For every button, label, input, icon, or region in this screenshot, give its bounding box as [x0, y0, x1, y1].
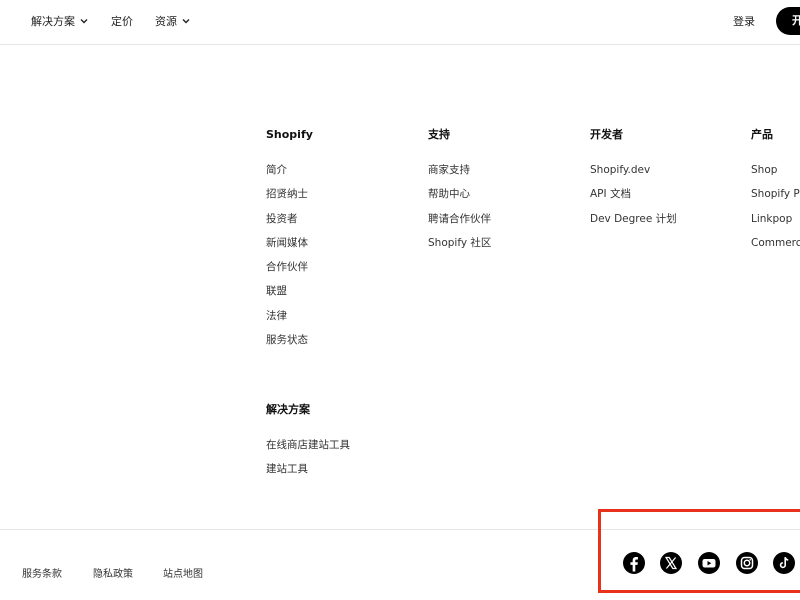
footer-link[interactable]: Linkpop [751, 207, 800, 231]
link-list: 在线商店建站工具 建站工具 [266, 433, 350, 482]
sitemap-link[interactable]: 站点地图 [163, 565, 203, 580]
footer-column-solutions: 解决方案 在线商店建站工具 建站工具 [266, 403, 350, 482]
footer-link[interactable]: Shopify.dev [590, 158, 677, 182]
youtube-icon[interactable] [697, 551, 721, 575]
privacy-policy-link[interactable]: 隐私政策 [93, 565, 133, 580]
x-icon[interactable] [659, 551, 683, 575]
login-link[interactable]: 登录 [733, 13, 755, 29]
footer-link[interactable]: 新闻媒体 [266, 231, 313, 255]
nav-solutions-menu[interactable]: 解决方案 [31, 13, 88, 29]
footer-link[interactable]: 合作伙伴 [266, 255, 313, 279]
start-trial-button[interactable]: 开 [776, 7, 800, 35]
nav-resources-label: 资源 [155, 15, 177, 28]
footer-link[interactable]: Dev Degree 计划 [590, 207, 677, 231]
footer-column-shopify: Shopify 简介 招贤纳士 投资者 新闻媒体 合作伙伴 联盟 法律 服务状态 [266, 128, 313, 352]
nav-resources-menu[interactable]: 资源 [155, 13, 190, 29]
footer-link[interactable]: Shop [751, 158, 800, 182]
nav-pricing-label: 定价 [111, 15, 133, 28]
footer-link[interactable]: 商家支持 [428, 158, 491, 182]
footer-link[interactable]: API 文档 [590, 182, 677, 206]
footer-link[interactable]: 简介 [266, 158, 313, 182]
chevron-down-icon [80, 19, 88, 24]
facebook-icon[interactable] [622, 551, 646, 575]
page: 解决方案 定价 资源 登录 开 Shopify 简介 招贤纳士 投资者 新闻媒体… [0, 0, 800, 600]
footer-link[interactable]: 帮助中心 [428, 182, 491, 206]
footer-link[interactable]: 聘请合作伙伴 [428, 207, 491, 231]
link-list: Shop Shopify Pl Linkpop Commerce [751, 158, 800, 255]
footer-column-products: 产品 Shop Shopify Pl Linkpop Commerce [751, 128, 800, 255]
footer-link[interactable]: 服务状态 [266, 328, 313, 352]
link-list: Shopify.dev API 文档 Dev Degree 计划 [590, 158, 677, 231]
tiktok-icon[interactable] [772, 551, 796, 575]
column-title: 解决方案 [266, 403, 310, 416]
nav-solutions-label: 解决方案 [31, 15, 75, 28]
footer-link[interactable]: Commerce [751, 231, 800, 255]
column-title: 开发者 [590, 128, 623, 141]
column-title: Shopify [266, 128, 313, 141]
top-navigation: 解决方案 定价 资源 登录 开 [0, 0, 800, 45]
column-title: 支持 [428, 128, 450, 141]
instagram-icon[interactable] [735, 551, 759, 575]
chevron-down-icon [182, 19, 190, 24]
footer-link[interactable]: Shopify Pl [751, 182, 800, 206]
footer-column-support: 支持 商家支持 帮助中心 聘请合作伙伴 Shopify 社区 [428, 128, 491, 255]
column-title: 产品 [751, 128, 773, 141]
nav-pricing-link[interactable]: 定价 [111, 13, 133, 29]
footer-link[interactable]: 在线商店建站工具 [266, 433, 350, 457]
footer-link[interactable]: 招贤纳士 [266, 182, 313, 206]
footer-link[interactable]: Shopify 社区 [428, 231, 491, 255]
footer-link[interactable]: 建站工具 [266, 457, 350, 481]
footer-link[interactable]: 法律 [266, 304, 313, 328]
link-list: 商家支持 帮助中心 聘请合作伙伴 Shopify 社区 [428, 158, 491, 255]
footer-link[interactable]: 投资者 [266, 207, 313, 231]
terms-of-service-link[interactable]: 服务条款 [22, 565, 62, 580]
footer-column-developers: 开发者 Shopify.dev API 文档 Dev Degree 计划 [590, 128, 677, 231]
link-list: 简介 招贤纳士 投资者 新闻媒体 合作伙伴 联盟 法律 服务状态 [266, 158, 313, 352]
footer-link[interactable]: 联盟 [266, 279, 313, 303]
